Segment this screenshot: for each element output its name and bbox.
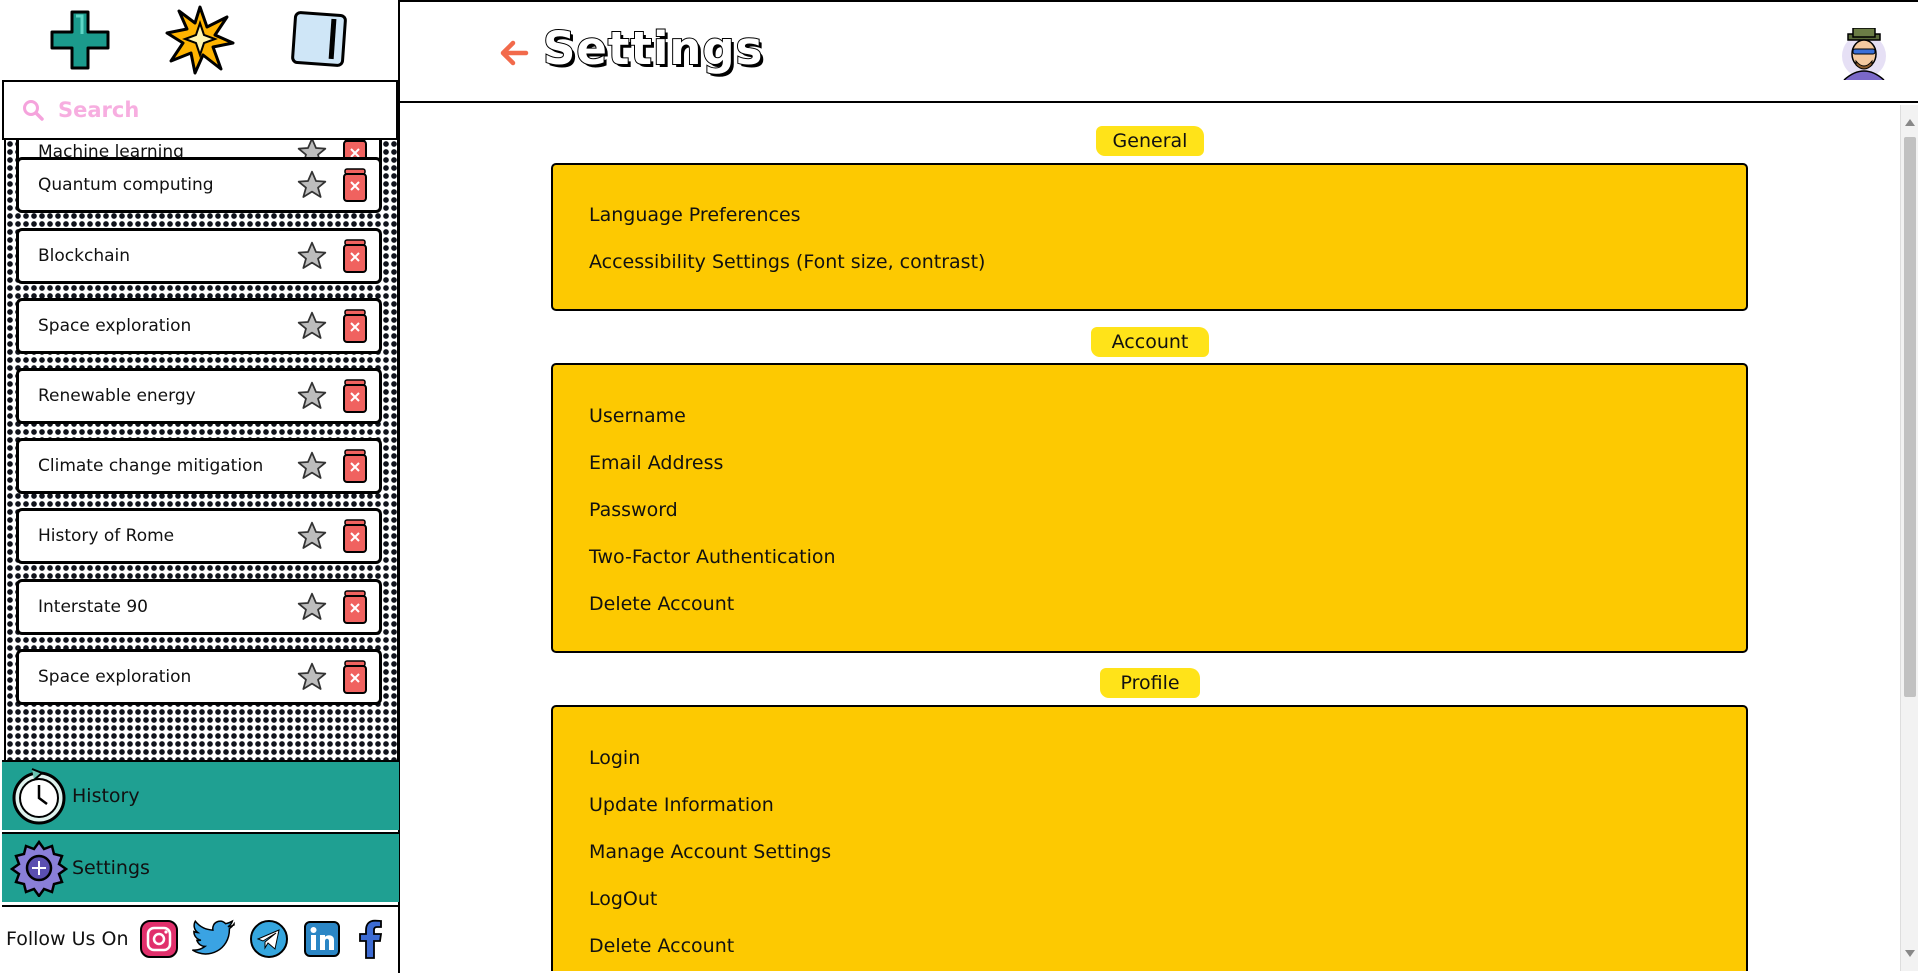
delete-chat-button[interactable] (341, 308, 369, 344)
star-icon (297, 662, 327, 690)
search-icon (23, 100, 44, 121)
delete-account-option[interactable]: Delete Account (589, 935, 734, 957)
linkedin-icon[interactable] (302, 917, 342, 961)
favorite-button[interactable] (295, 379, 329, 413)
star-icon (297, 311, 327, 339)
account-card: Username Email Address Password Two-Fact… (551, 363, 1748, 653)
chat-item-label: Space exploration (38, 316, 192, 336)
instagram-icon[interactable] (138, 917, 180, 961)
chat-item-label: Climate change mitigation (38, 456, 264, 476)
chat-item-label: Quantum computing (38, 175, 214, 195)
chat-item-label: Space exploration (38, 667, 192, 687)
chat-item[interactable]: Climate change mitigation (16, 438, 382, 494)
delete-chat-button[interactable] (341, 589, 369, 625)
chat-item[interactable]: Renewable energy (16, 368, 382, 424)
user-avatar[interactable] (1838, 28, 1890, 80)
star-icon (297, 241, 327, 269)
delete-chat-button[interactable] (341, 238, 369, 274)
language-preferences-option[interactable]: Language Preferences (589, 204, 801, 226)
history-button[interactable]: History (2, 760, 399, 830)
star-icon (297, 451, 327, 479)
favorite-button[interactable] (295, 239, 329, 273)
search-bar (2, 80, 398, 140)
chat-item[interactable]: Blockchain (16, 228, 382, 284)
accessibility-settings-option[interactable]: Accessibility Settings (Font size, contr… (589, 251, 985, 273)
username-option[interactable]: Username (589, 405, 686, 427)
star-icon (297, 170, 327, 198)
back-arrow-icon[interactable] (496, 35, 532, 71)
chat-item-label: Interstate 90 (38, 597, 149, 617)
favorite-button[interactable] (295, 519, 329, 553)
section-title-profile: Profile (1100, 668, 1200, 698)
chat-item-label: Blockchain (38, 246, 131, 266)
favorite-button[interactable] (295, 449, 329, 483)
settings-button[interactable]: Settings (2, 832, 399, 902)
scrollbar-thumb[interactable] (1904, 137, 1916, 697)
delete-account-option[interactable]: Delete Account (589, 593, 734, 615)
search-input[interactable] (58, 98, 358, 122)
general-card: Language Preferences Accessibility Setti… (551, 163, 1748, 311)
delete-chat-button[interactable] (341, 378, 369, 414)
new-chat-button[interactable] (44, 4, 116, 76)
delete-chat-button[interactable] (341, 518, 369, 554)
star-icon (297, 381, 327, 409)
gear-icon (8, 837, 70, 899)
two-factor-authentication-option[interactable]: Two-Factor Authentication (589, 546, 836, 568)
manage-account-settings-option[interactable]: Manage Account Settings (589, 841, 831, 863)
sidebar-toggle-icon (291, 11, 347, 67)
chat-item[interactable]: Space exploration (16, 649, 382, 705)
email-address-option[interactable]: Email Address (589, 452, 723, 474)
follow-label: Follow Us On (6, 928, 129, 950)
toggle-sidebar-button[interactable] (284, 4, 356, 76)
update-information-option[interactable]: Update Information (589, 794, 774, 816)
chat-list: Machine learning Quantum computing Block… (4, 140, 399, 760)
section-title-general: General (1096, 126, 1204, 156)
settings-label: Settings (72, 857, 150, 879)
telegram-icon[interactable] (248, 917, 290, 961)
sidebar-topbar (0, 0, 400, 80)
sidebar: Machine learning Quantum computing Block… (0, 0, 400, 973)
facebook-icon[interactable] (354, 917, 387, 961)
chat-item-label: Renewable energy (38, 386, 196, 406)
explore-button[interactable] (164, 4, 236, 76)
login-option[interactable]: Login (589, 747, 640, 769)
delete-chat-button[interactable] (341, 167, 369, 203)
chat-item[interactable]: Interstate 90 (16, 579, 382, 635)
chat-item[interactable]: Quantum computing (16, 157, 382, 213)
chat-item[interactable]: Space exploration (16, 298, 382, 354)
plus-icon (50, 10, 110, 70)
delete-chat-button[interactable] (341, 448, 369, 484)
sparkle-icon (165, 5, 235, 75)
twitter-icon[interactable] (192, 917, 236, 961)
chat-item[interactable]: History of Rome (16, 508, 382, 564)
favorite-button[interactable] (295, 590, 329, 624)
history-label: History (72, 785, 140, 807)
section-title-account: Account (1091, 327, 1209, 357)
scroll-up-icon[interactable] (1905, 119, 1915, 126)
favorite-button[interactable] (295, 660, 329, 694)
chat-item-label: History of Rome (38, 526, 175, 546)
follow-bar: Follow Us On (2, 905, 399, 971)
content-scrollbar[interactable] (1900, 105, 1918, 971)
logout-option[interactable]: LogOut (589, 888, 657, 910)
scroll-down-icon[interactable] (1905, 950, 1915, 957)
star-icon (297, 592, 327, 620)
password-option[interactable]: Password (589, 499, 678, 521)
page-title: Settings (542, 21, 764, 76)
star-icon (297, 521, 327, 549)
profile-card: Login Update Information Manage Account … (551, 705, 1748, 971)
history-icon (8, 765, 70, 827)
header: Settings (400, 0, 1918, 103)
settings-content: General Language Preferences Accessibili… (400, 105, 1900, 971)
delete-chat-button[interactable] (341, 659, 369, 695)
favorite-button[interactable] (295, 309, 329, 343)
favorite-button[interactable] (295, 168, 329, 202)
